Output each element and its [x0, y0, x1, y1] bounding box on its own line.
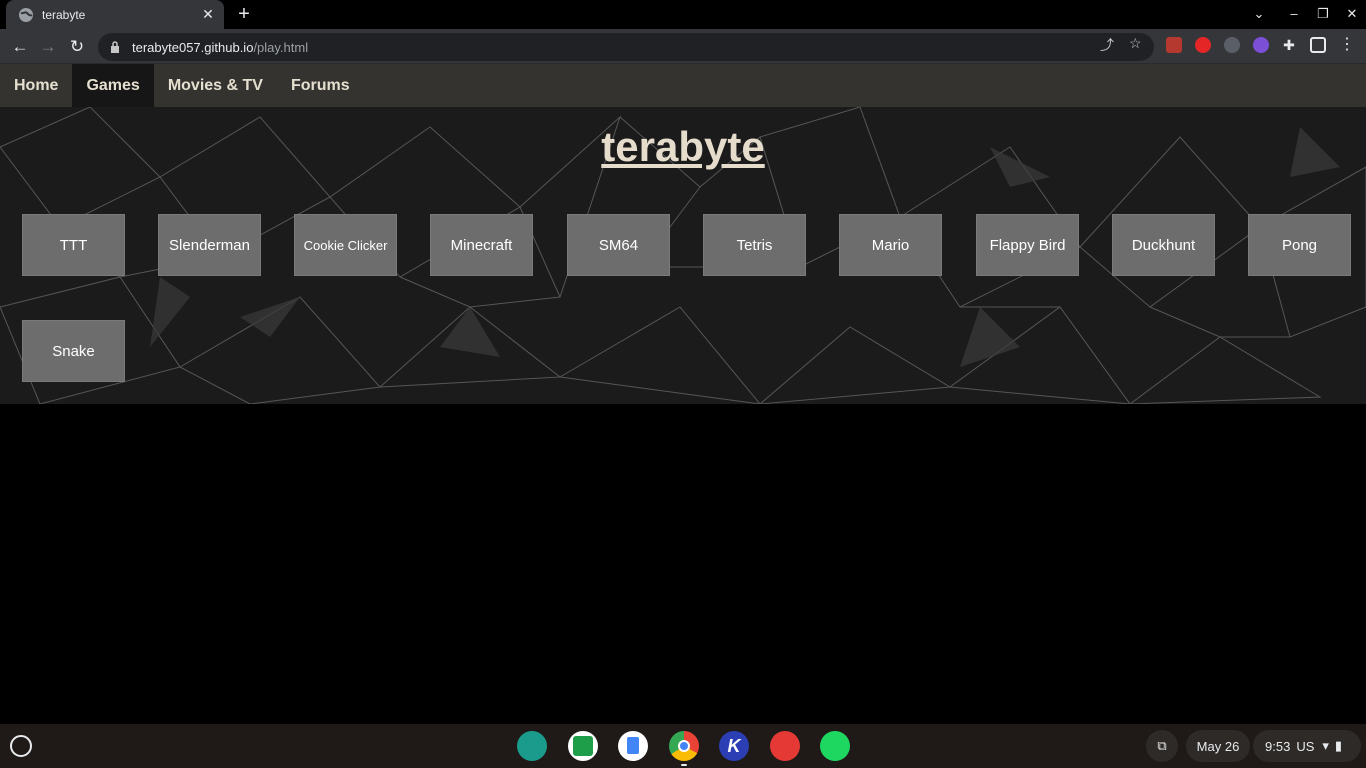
extension-stop-icon[interactable] — [1195, 37, 1211, 53]
game-button-snake[interactable]: Snake — [22, 320, 125, 382]
clock: 9:53 — [1265, 738, 1291, 754]
status-area[interactable]: 9:53 US ▾ ▮ — [1253, 730, 1361, 762]
address-bar[interactable]: terabyte057.github.io/play.html — [98, 33, 1154, 61]
nav-forums[interactable]: Forums — [277, 64, 364, 107]
hero-section: terabyte TTT Slenderman Cookie Clicker M… — [0, 107, 1366, 404]
kami-icon[interactable]: K — [719, 731, 749, 761]
game-button-mario[interactable]: Mario — [839, 214, 942, 276]
game-button-duckhunt[interactable]: Duckhunt — [1112, 214, 1215, 276]
globe-icon — [19, 7, 33, 22]
forward-icon[interactable]: → — [37, 36, 59, 58]
game-button-tetris[interactable]: Tetris — [703, 214, 806, 276]
game-button-ttt[interactable]: TTT — [22, 214, 125, 276]
os-shelf: K ⧉ May 26 9:53 US ▾ ▮ — [0, 724, 1366, 768]
extension-book-icon[interactable] — [1166, 37, 1182, 53]
docs-glyph — [627, 737, 639, 754]
tab-search-icon[interactable]: ⌄ — [1249, 4, 1269, 24]
restore-icon[interactable]: ❐ — [1313, 4, 1333, 24]
url-path: /play.html — [253, 39, 309, 55]
tote-icon[interactable]: ⧉ — [1146, 730, 1178, 762]
tab-strip: terabyte ✕ + ⌄ – ❐ ✕ — [0, 0, 1366, 29]
battery-icon: ▮ — [1334, 738, 1343, 753]
game-button-flappy-bird[interactable]: Flappy Bird — [976, 214, 1079, 276]
side-panel-icon[interactable] — [1310, 37, 1326, 53]
locale-indicator: US — [1296, 738, 1315, 754]
new-tab-button[interactable]: + — [234, 3, 254, 25]
game-button-cookie-clicker[interactable]: Cookie Clicker — [294, 214, 397, 276]
spotify-icon[interactable] — [820, 731, 850, 761]
jamboard-icon[interactable] — [568, 731, 598, 761]
extension-k-icon[interactable] — [1253, 37, 1269, 53]
game-button-sm64[interactable]: SM64 — [567, 214, 670, 276]
jamboard-glyph — [573, 736, 593, 756]
launcher-icon[interactable] — [10, 735, 32, 757]
game-button-pong[interactable]: Pong — [1248, 214, 1351, 276]
game-grid: TTT Slenderman Cookie Clicker Minecraft … — [0, 107, 1366, 404]
chrome-center — [678, 740, 690, 752]
menu-dots-icon[interactable]: ⋮ — [1339, 37, 1355, 53]
browser-tab[interactable]: terabyte ✕ — [6, 0, 224, 29]
web-page: Home Games Movies & TV Forums terabyte T… — [0, 64, 1366, 724]
browser-toolbar: ← → ↻ terabyte057.github.io/play.html ⤴ … — [0, 29, 1366, 64]
chrome-icon[interactable] — [669, 731, 699, 761]
minimize-icon[interactable]: – — [1284, 4, 1304, 24]
game-button-minecraft[interactable]: Minecraft — [430, 214, 533, 276]
extension-spy-icon[interactable] — [1224, 37, 1240, 53]
share-icon[interactable]: ⤴ — [1100, 35, 1114, 55]
date-pill[interactable]: May 26 — [1186, 730, 1250, 762]
tab-title: terabyte — [42, 7, 86, 22]
extensions-puzzle-icon[interactable]: ✚ — [1281, 37, 1297, 53]
url-host: terabyte057.github.io — [132, 39, 254, 55]
nav-movies-tv[interactable]: Movies & TV — [154, 64, 277, 107]
nav-home[interactable]: Home — [0, 64, 72, 107]
close-tab-icon[interactable]: ✕ — [200, 6, 216, 23]
nav-games[interactable]: Games — [72, 64, 154, 107]
back-icon[interactable]: ← — [9, 36, 31, 58]
docs-icon[interactable] — [618, 731, 648, 761]
game-button-slenderman[interactable]: Slenderman — [158, 214, 261, 276]
bookmark-star-icon[interactable]: ☆ — [1129, 35, 1142, 52]
wifi-icon: ▾ — [1322, 738, 1329, 753]
close-window-icon[interactable]: ✕ — [1342, 4, 1362, 24]
lock-icon — [111, 41, 119, 53]
paint-icon[interactable] — [770, 731, 800, 761]
site-nav: Home Games Movies & TV Forums — [0, 64, 1366, 107]
reload-icon[interactable]: ↻ — [66, 36, 88, 58]
url-text: terabyte057.github.io/play.html — [132, 40, 308, 55]
classroom-icon[interactable] — [517, 731, 547, 761]
active-app-indicator — [681, 764, 687, 766]
